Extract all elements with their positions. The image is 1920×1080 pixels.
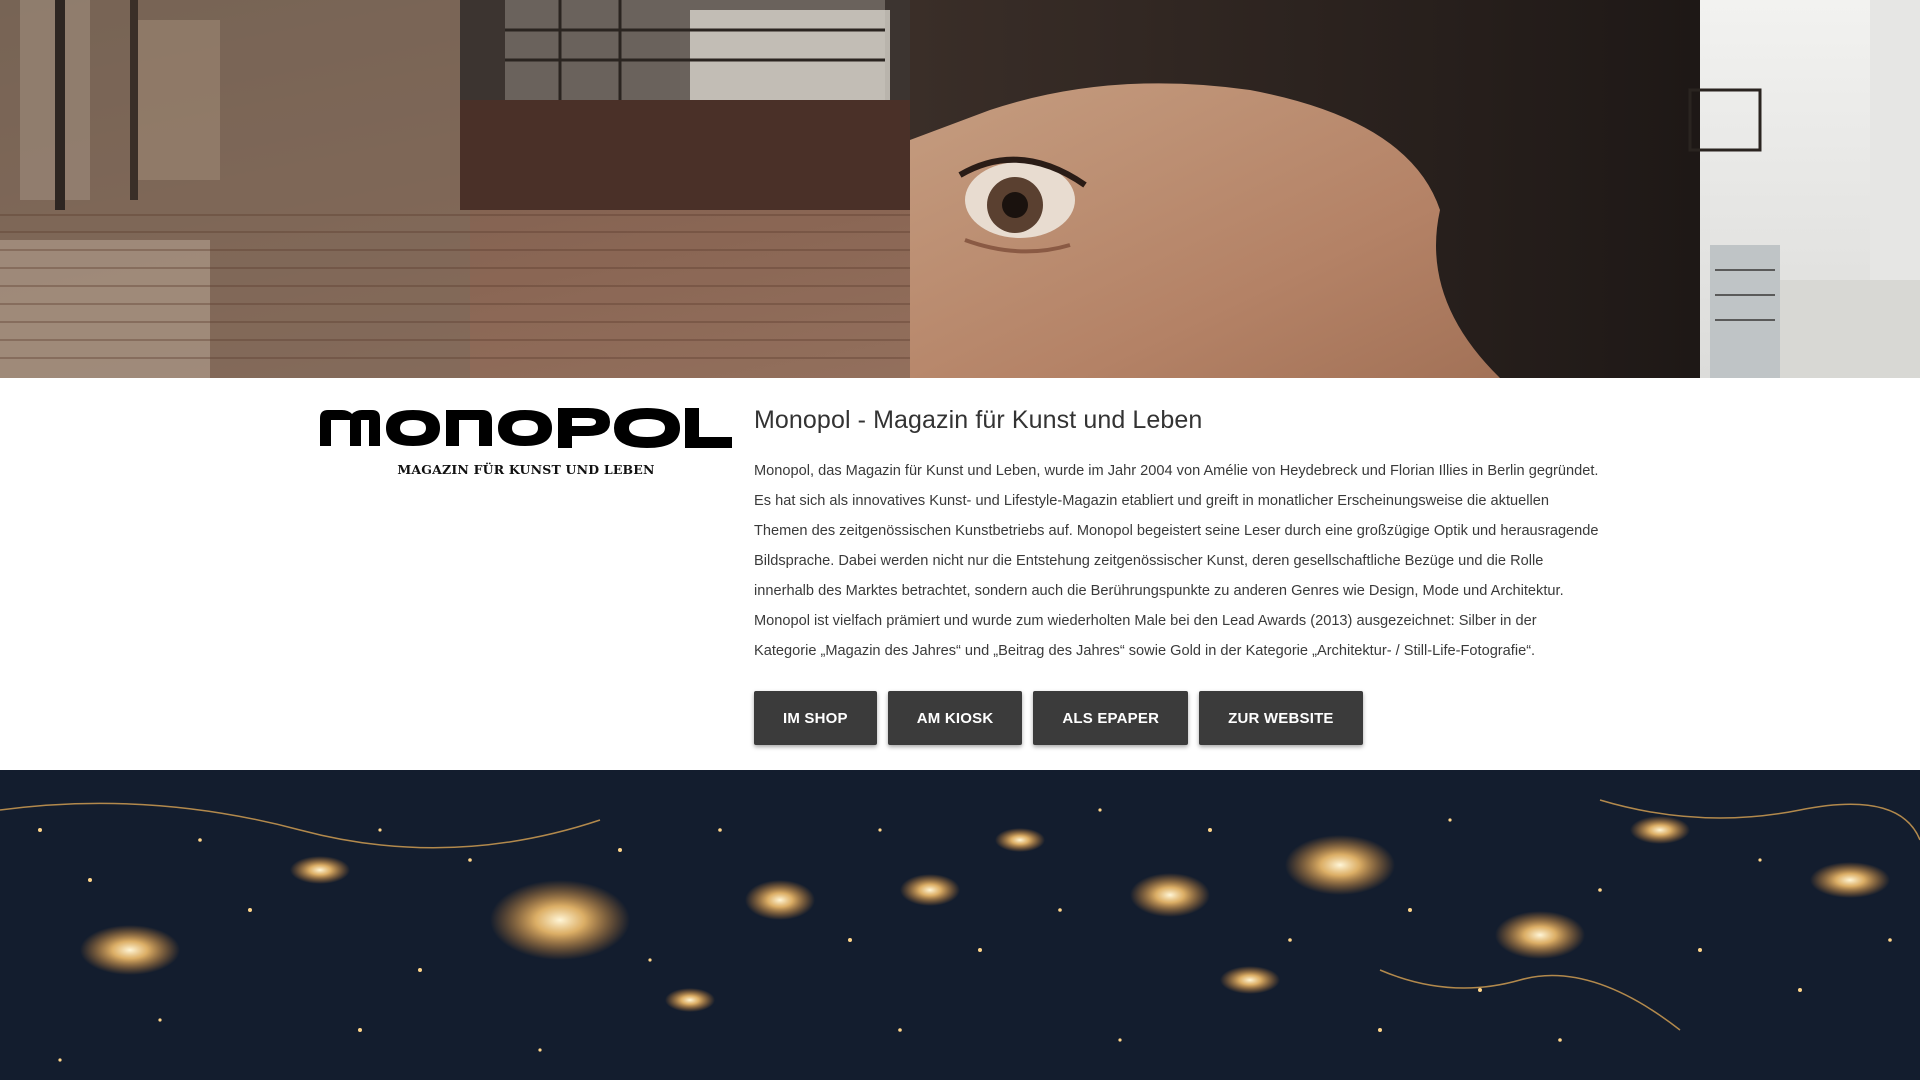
magazine-content: Monopol - Magazin für Kunst und Leben Mo…	[754, 404, 1599, 745]
magazine-description: Monopol, das Magazin für Kunst und Leben…	[754, 463, 1599, 659]
logo-tagline: MAGAZIN FÜR KUNST UND LEBEN	[397, 462, 655, 477]
website-button[interactable]: ZUR WEBSITE	[1199, 691, 1363, 745]
city-lights-icon	[0, 770, 1920, 1080]
monopol-wordmark-icon	[320, 408, 732, 448]
epaper-button[interactable]: ALS EPAPER	[1033, 691, 1189, 745]
shop-button[interactable]: IM SHOP	[754, 691, 877, 745]
monopol-logo[interactable]: MAGAZIN FÜR KUNST UND LEBEN	[320, 404, 732, 484]
hero-earth-night-image	[0, 770, 1920, 1080]
page-title: Monopol - Magazin für Kunst und Leben	[754, 406, 1203, 434]
action-buttons: IM SHOP AM KIOSK ALS EPAPER ZUR WEBSITE	[754, 691, 1599, 745]
magazine-info-section: MAGAZIN FÜR KUNST UND LEBEN Monopol - Ma…	[0, 378, 1920, 770]
kiosk-button[interactable]: AM KIOSK	[887, 691, 1023, 745]
page: MAGAZIN FÜR KUNST UND LEBEN Monopol - Ma…	[0, 0, 1920, 1080]
hero-mural-image	[0, 0, 1920, 378]
